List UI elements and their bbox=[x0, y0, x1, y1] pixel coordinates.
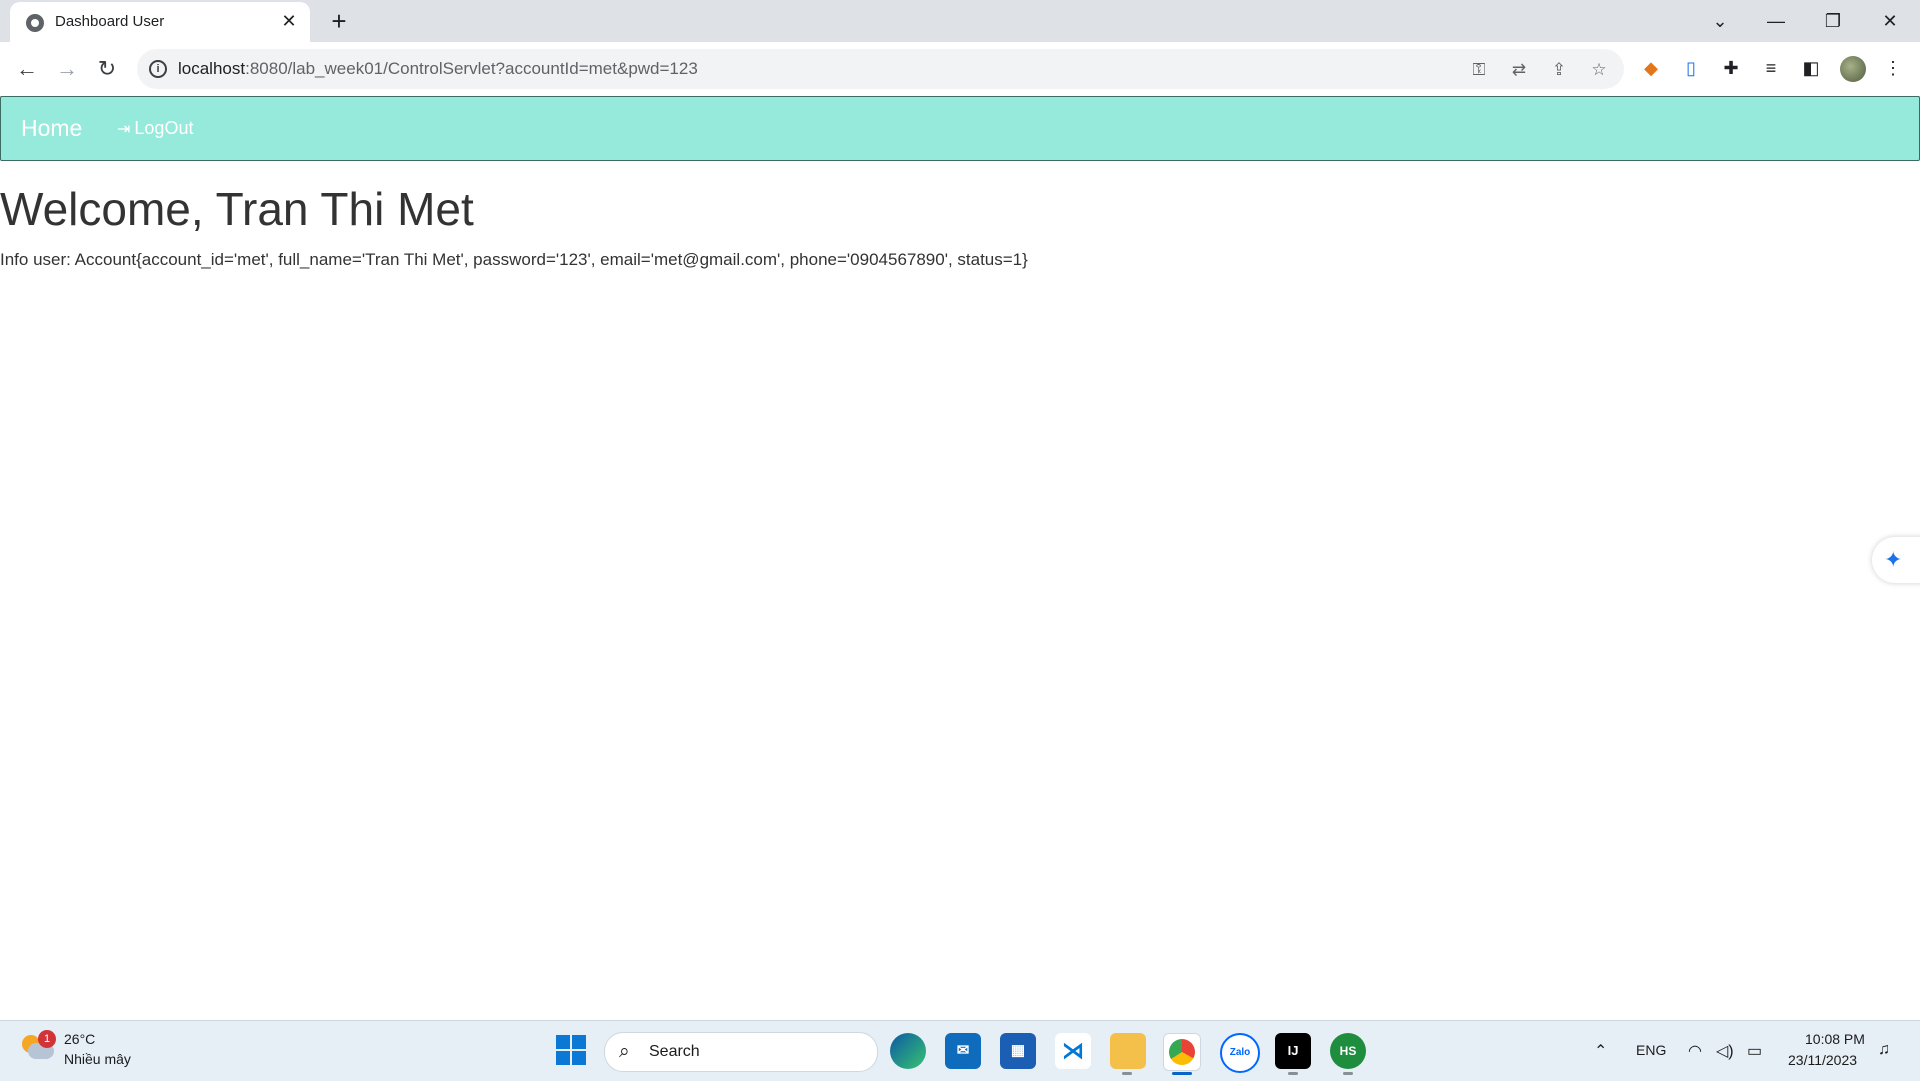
logout-label: LogOut bbox=[134, 118, 194, 138]
start-tile bbox=[572, 1051, 586, 1065]
chrome-icon bbox=[1169, 1039, 1195, 1065]
notification-bell-icon[interactable]: ♫ bbox=[1878, 1041, 1890, 1059]
zalo-icon[interactable]: Zalo bbox=[1220, 1033, 1260, 1073]
translate-icon[interactable]: ⇄ bbox=[1507, 58, 1531, 82]
close-window-button[interactable]: ✕ bbox=[1870, 6, 1910, 36]
metamask-icon[interactable]: ◆ bbox=[1638, 55, 1664, 81]
minimize-button[interactable]: — bbox=[1756, 6, 1796, 36]
weather-desc[interactable]: Nhiều mây bbox=[64, 1051, 131, 1067]
search-icon: ⌕ bbox=[619, 1041, 630, 1062]
battery-icon[interactable]: ▭ bbox=[1747, 1041, 1762, 1061]
chrome-icon-active[interactable] bbox=[1163, 1033, 1201, 1071]
mail-icon[interactable]: ✉ bbox=[945, 1033, 981, 1069]
tab-close-button[interactable]: ✕ bbox=[278, 10, 300, 32]
reading-list-icon[interactable]: ≡ bbox=[1758, 55, 1784, 81]
hs-running-indicator bbox=[1343, 1072, 1353, 1075]
url-path: :8080/lab_week01/ControlServlet?accountI… bbox=[245, 59, 698, 78]
store-icon[interactable]: ▦ bbox=[1000, 1033, 1036, 1069]
tab-title: Dashboard User bbox=[55, 13, 165, 30]
windows-taskbar: 1 26°C Nhiều mây ⌕ Search ✉ ▦ ⋊ Zalo IJ … bbox=[0, 1020, 1920, 1081]
share-icon[interactable]: ⇪ bbox=[1547, 58, 1571, 82]
url-host: localhost bbox=[178, 59, 246, 78]
bookmark-star-icon[interactable]: ☆ bbox=[1587, 58, 1611, 82]
menu-kebab-icon[interactable]: ⋮ bbox=[1880, 55, 1906, 81]
chrome-active-indicator bbox=[1172, 1072, 1192, 1075]
globe-icon bbox=[26, 14, 44, 32]
start-tile bbox=[556, 1035, 570, 1049]
tray-overflow-chevron-icon[interactable]: ⌃ bbox=[1594, 1041, 1607, 1061]
wifi-icon[interactable]: ◠ bbox=[1688, 1041, 1702, 1061]
page-navbar: Home ⇥ LogOut bbox=[0, 96, 1920, 161]
intellij-icon[interactable]: IJ bbox=[1275, 1033, 1311, 1069]
side-panel-icon[interactable]: ◧ bbox=[1798, 55, 1824, 81]
welcome-heading: Welcome, Tran Thi Met bbox=[0, 183, 474, 235]
key-icon[interactable]: ⚿ bbox=[1467, 58, 1491, 82]
taskbar-search[interactable]: ⌕ Search bbox=[604, 1032, 878, 1072]
extension-doc-icon[interactable]: ▯ bbox=[1678, 55, 1704, 81]
tab-search-button[interactable]: ⌄ bbox=[1700, 6, 1740, 36]
start-tile bbox=[572, 1035, 586, 1049]
reload-button[interactable]: ↻ bbox=[92, 54, 122, 84]
extensions-puzzle-icon[interactable]: ✚ bbox=[1718, 55, 1744, 81]
address-bar[interactable]: i localhost:8080/lab_week01/ControlServl… bbox=[137, 49, 1624, 89]
edge-icon[interactable] bbox=[890, 1033, 926, 1069]
back-button[interactable]: ← bbox=[12, 54, 42, 84]
start-button[interactable] bbox=[556, 1035, 586, 1065]
site-info-icon[interactable]: i bbox=[149, 60, 167, 78]
url-text[interactable]: localhost:8080/lab_week01/ControlServlet… bbox=[178, 59, 698, 79]
browser-toolbar: ← → ↻ i localhost:8080/lab_week01/Contro… bbox=[0, 42, 1920, 97]
assistant-floating-button[interactable]: ✦ bbox=[1872, 537, 1920, 583]
clock-date[interactable]: 23/11/2023 bbox=[1788, 1052, 1857, 1068]
file-explorer-icon[interactable] bbox=[1110, 1033, 1146, 1069]
volume-icon[interactable]: ◁) bbox=[1716, 1041, 1734, 1061]
weather-temp[interactable]: 26°C bbox=[64, 1031, 95, 1047]
start-tile bbox=[556, 1051, 570, 1065]
search-label: Search bbox=[649, 1043, 700, 1060]
explorer-running-indicator bbox=[1122, 1072, 1132, 1075]
language-indicator[interactable]: ENG bbox=[1636, 1042, 1666, 1058]
intellij-running-indicator bbox=[1288, 1072, 1298, 1075]
nav-logout-link[interactable]: ⇥ LogOut bbox=[117, 118, 193, 139]
profile-avatar[interactable] bbox=[1840, 56, 1866, 82]
restore-button[interactable]: ❐ bbox=[1813, 6, 1853, 36]
tab-dashboard-user[interactable]: Dashboard User ✕ bbox=[10, 2, 310, 42]
logout-icon: ⇥ bbox=[117, 121, 131, 138]
clock-time[interactable]: 10:08 PM bbox=[1805, 1031, 1865, 1047]
tab-strip: Dashboard User ✕ + ⌄ — ❐ ✕ bbox=[0, 0, 1920, 42]
new-tab-button[interactable]: + bbox=[324, 6, 354, 36]
vscode-icon[interactable]: ⋊ bbox=[1055, 1033, 1091, 1069]
nav-home-link[interactable]: Home bbox=[21, 115, 82, 142]
hs-icon[interactable]: HS bbox=[1330, 1033, 1366, 1069]
forward-button[interactable]: → bbox=[52, 54, 82, 84]
sparkle-drop-icon: ✦ bbox=[1884, 547, 1903, 572]
user-info-text: Info user: Account{account_id='met', ful… bbox=[0, 250, 1028, 269]
weather-badge: 1 bbox=[38, 1030, 56, 1048]
